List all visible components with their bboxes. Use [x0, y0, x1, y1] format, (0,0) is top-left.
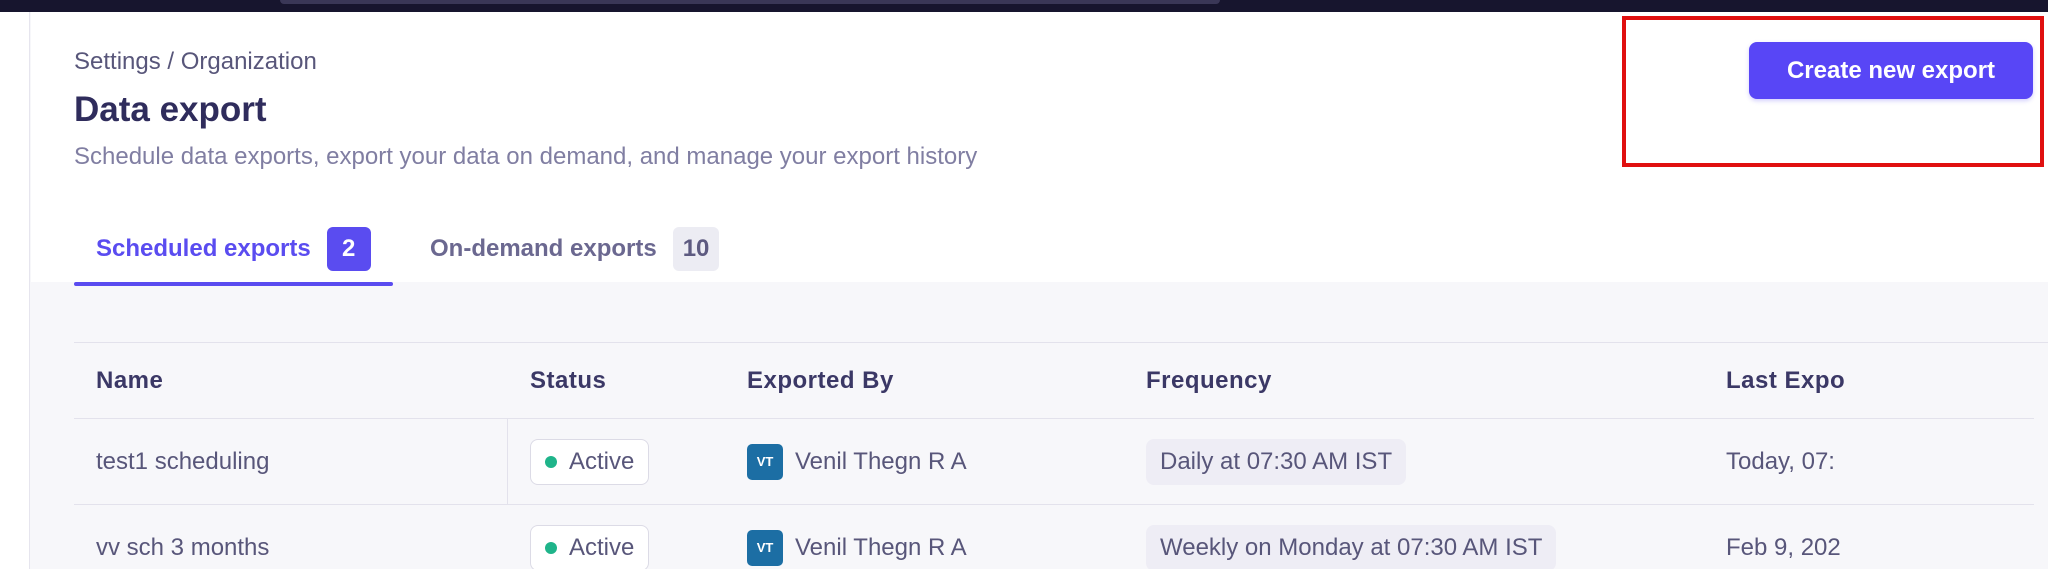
- tab-label: Scheduled exports: [96, 235, 311, 262]
- scheduled-exports-table: Name Status Exported By Frequency Last E…: [74, 342, 2048, 569]
- frequency-badge: Daily at 07:30 AM IST: [1146, 438, 1407, 485]
- status-dot-icon: [545, 455, 557, 468]
- column-header-status[interactable]: Status: [530, 343, 740, 418]
- avatar: VT: [747, 529, 783, 566]
- column-header-last-export[interactable]: Last Expo: [1726, 343, 1854, 418]
- exported-by-name: Venil Thegn R A: [795, 533, 967, 561]
- table-row[interactable]: test1 scheduling Active VT Venil Thegn R…: [74, 419, 2034, 505]
- frequency-cell: Weekly on Monday at 07:30 AM IST: [1146, 505, 1706, 569]
- frequency-badge: Weekly on Monday at 07:30 AM IST: [1146, 524, 1557, 569]
- tab-on-demand-exports[interactable]: On-demand exports 10: [408, 214, 741, 284]
- status-cell: Active: [530, 505, 740, 569]
- column-header-name[interactable]: Name: [96, 343, 516, 418]
- table-header-row: Name Status Exported By Frequency Last E…: [74, 343, 2034, 419]
- exported-by-cell: VT Venil Thegn R A: [747, 419, 1127, 504]
- create-new-export-button[interactable]: Create new export: [1749, 42, 2033, 99]
- left-sidebar-rail: [0, 12, 30, 569]
- avatar: VT: [747, 443, 783, 480]
- last-export-cell: Feb 9, 202: [1726, 533, 1841, 561]
- global-search-bar[interactable]: [280, 0, 1220, 4]
- status-badge: Active: [530, 524, 650, 569]
- exported-by-cell: VT Venil Thegn R A: [747, 505, 1127, 569]
- table-row[interactable]: vv sch 3 months Active VT Venil Thegn R …: [74, 505, 2034, 569]
- exported-by-name: Venil Thegn R A: [795, 447, 967, 475]
- status-dot-icon: [545, 541, 557, 554]
- tab-scheduled-exports[interactable]: Scheduled exports 2: [74, 214, 393, 286]
- export-tabs: Scheduled exports 2 On-demand exports 10: [74, 214, 874, 286]
- tab-label: On-demand exports: [430, 235, 657, 262]
- last-export-cell: Today, 07:: [1726, 447, 1835, 475]
- status-badge: Active: [530, 438, 650, 485]
- frequency-cell: Daily at 07:30 AM IST: [1146, 419, 1706, 504]
- column-header-frequency[interactable]: Frequency: [1146, 343, 1706, 418]
- top-navigation-bar: [0, 0, 2048, 12]
- breadcrumb[interactable]: Settings / Organization: [74, 48, 317, 76]
- tab-count-badge: 2: [326, 227, 371, 271]
- tab-count-badge: 10: [672, 227, 720, 271]
- page-subtitle: Schedule data exports, export your data …: [74, 143, 978, 170]
- export-name[interactable]: test1 scheduling: [96, 419, 516, 504]
- status-cell: Active: [530, 419, 740, 504]
- status-label: Active: [569, 533, 635, 561]
- status-label: Active: [569, 447, 635, 475]
- page-title: Data export: [74, 90, 267, 129]
- column-header-exported-by[interactable]: Exported By: [747, 343, 1127, 418]
- export-name[interactable]: vv sch 3 months: [96, 505, 516, 569]
